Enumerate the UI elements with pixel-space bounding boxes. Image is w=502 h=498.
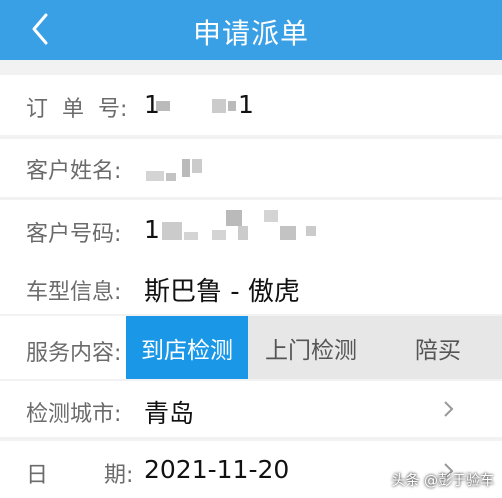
redaction-block [162,222,182,240]
redaction-block [192,159,202,173]
order-number-row: 订 单 号: 1 1 [0,75,502,135]
service-label: 服务内容: [26,341,122,366]
service-option-accompany-purchase[interactable]: 陪买 [374,316,502,379]
service-option-home-inspection[interactable]: 上门检测 [248,316,374,379]
customer-phone-label: 客户号码: [26,222,122,247]
redaction-block [156,101,170,111]
redaction-block [212,230,226,240]
date-value: 2021-11-20 [144,455,290,484]
redaction-block [226,210,242,226]
customer-name-label: 客户姓名: [26,159,122,184]
car-model-label: 车型信息: [26,280,122,305]
car-model-value: 斯巴鲁 - 傲虎 [144,277,300,307]
page-title: 申请派单 [192,17,309,50]
redaction-block [264,210,278,222]
service-row: 服务内容: 到店检测 上门检测 陪买 [0,316,502,379]
city-value: 青岛 [144,399,195,428]
service-option-store-inspection[interactable]: 到店检测 [126,316,248,379]
order-number-label: 订 单 号: [26,97,128,122]
redaction-block [182,159,190,177]
app-header: 申请派单 [0,0,502,60]
watermark-text: 头条 @彭于验车 [391,473,494,489]
order-number-suffix: 1 [238,90,254,119]
city-row[interactable]: 检测城市: 青岛 [0,381,502,437]
city-label: 检测城市: [26,402,122,427]
redaction-block [146,171,164,181]
date-label: 日 期: [26,463,134,488]
redaction-block [212,99,226,113]
customer-phone-prefix: 1 [144,215,160,244]
redaction-block [238,226,248,240]
watermark: 头条 @彭于验车 [392,470,494,490]
redaction-block [166,173,176,181]
redaction-block [280,226,296,240]
chevron-right-icon [444,401,454,417]
redaction-block [184,232,198,240]
redaction-block [228,101,236,111]
customer-phone-row: 客户号码: 1 [0,200,502,262]
redaction-block [306,226,316,236]
customer-name-row: 客户姓名: [0,139,502,197]
car-model-row: 车型信息: 斯巴鲁 - 傲虎 [0,262,502,314]
